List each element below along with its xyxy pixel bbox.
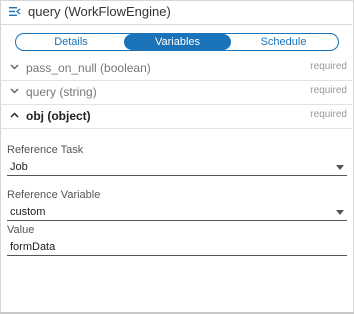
tab-schedule[interactable]: Schedule xyxy=(229,34,338,50)
dropdown-arrow-icon xyxy=(336,165,344,170)
value-input-text: formData xyxy=(10,241,56,253)
variable-row-pass-on-null[interactable]: pass_on_null (boolean) required xyxy=(0,57,352,81)
variable-name: query (string) xyxy=(26,85,97,99)
required-label: required xyxy=(310,85,347,96)
panel-header: query (WorkFlowEngine) xyxy=(0,0,352,25)
variable-name: obj (object) xyxy=(26,109,91,123)
variable-name: pass_on_null (boolean) xyxy=(26,61,151,75)
reference-variable-select[interactable]: custom xyxy=(7,205,347,221)
chevron-up-icon xyxy=(10,112,19,118)
value-label: Value xyxy=(7,224,35,236)
reference-task-select[interactable]: Job xyxy=(7,160,347,176)
list-icon[interactable] xyxy=(9,6,21,17)
reference-variable-value: custom xyxy=(10,206,46,218)
value-input[interactable]: formData xyxy=(7,240,347,256)
reference-task-value: Job xyxy=(10,161,28,173)
tab-variables[interactable]: Variables xyxy=(124,34,231,50)
tab-bar: Details Variables Schedule xyxy=(15,33,339,51)
dropdown-arrow-icon xyxy=(336,210,344,215)
variable-row-query[interactable]: query (string) required xyxy=(0,81,352,105)
panel-title: query (WorkFlowEngine) xyxy=(28,4,171,19)
chevron-down-icon xyxy=(10,88,19,94)
required-label: required xyxy=(310,109,347,120)
chevron-down-icon xyxy=(10,64,19,70)
reference-task-label: Reference Task xyxy=(7,144,84,156)
tab-details[interactable]: Details xyxy=(16,34,126,50)
required-label: required xyxy=(310,61,347,72)
variable-row-obj[interactable]: obj (object) required xyxy=(0,105,352,129)
reference-variable-label: Reference Variable xyxy=(7,189,101,201)
